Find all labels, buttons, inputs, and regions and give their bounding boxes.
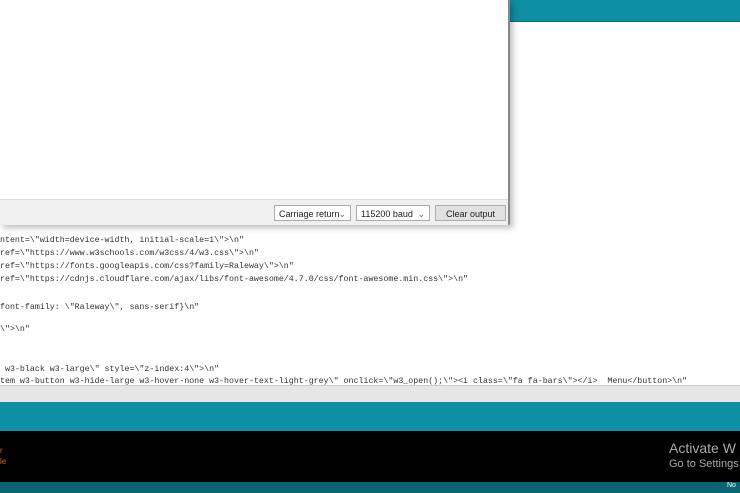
message-bar [0,402,740,432]
baud-select[interactable]: 115200 baud ⌄ [356,205,430,221]
serial-monitor-window [0,0,510,225]
code-line: font-family: \"Raleway\", sans-serif}\n" [0,303,200,312]
code-line: w3-black w3-large\" style=\"z-index:4\">… [0,365,220,374]
code-line: ntent=\"width=device-width, initial-scal… [0,236,244,245]
console-output: r le [0,431,740,482]
status-text: No [727,482,736,489]
baud-value: 115200 baud [361,209,413,219]
chevron-down-icon: ⌄ [417,209,425,219]
console-line: le [0,457,7,466]
activation-watermark-subtitle: Go to Settings [669,458,739,470]
activation-watermark-title: Activate W [669,440,736,456]
code-line: ref=\"https://cdnjs.cloudflare.com/ajax/… [0,275,469,284]
clear-output-button[interactable]: Clear output [435,205,506,221]
line-ending-value: Carriage return [279,209,340,219]
editor-toolbar [500,0,740,22]
chevron-down-icon: ⌄ [338,209,346,219]
code-editor[interactable]: ntent=\"width=device-width, initial-scal… [0,233,740,386]
line-ending-select[interactable]: Carriage return ⌄ [274,205,351,221]
serial-monitor-controls: Carriage return ⌄ 115200 baud ⌄ Clear outp… [0,199,508,225]
console-line: r [0,446,3,455]
code-line: \">\n" [0,325,30,334]
horizontal-scrollbar[interactable] [0,385,740,402]
code-line: ref=\"https://www.w3schools.com/w3css/4/… [0,249,259,258]
code-line: ref=\"https://fonts.googleapis.com/css?f… [0,262,294,271]
status-bar: No [0,482,740,493]
